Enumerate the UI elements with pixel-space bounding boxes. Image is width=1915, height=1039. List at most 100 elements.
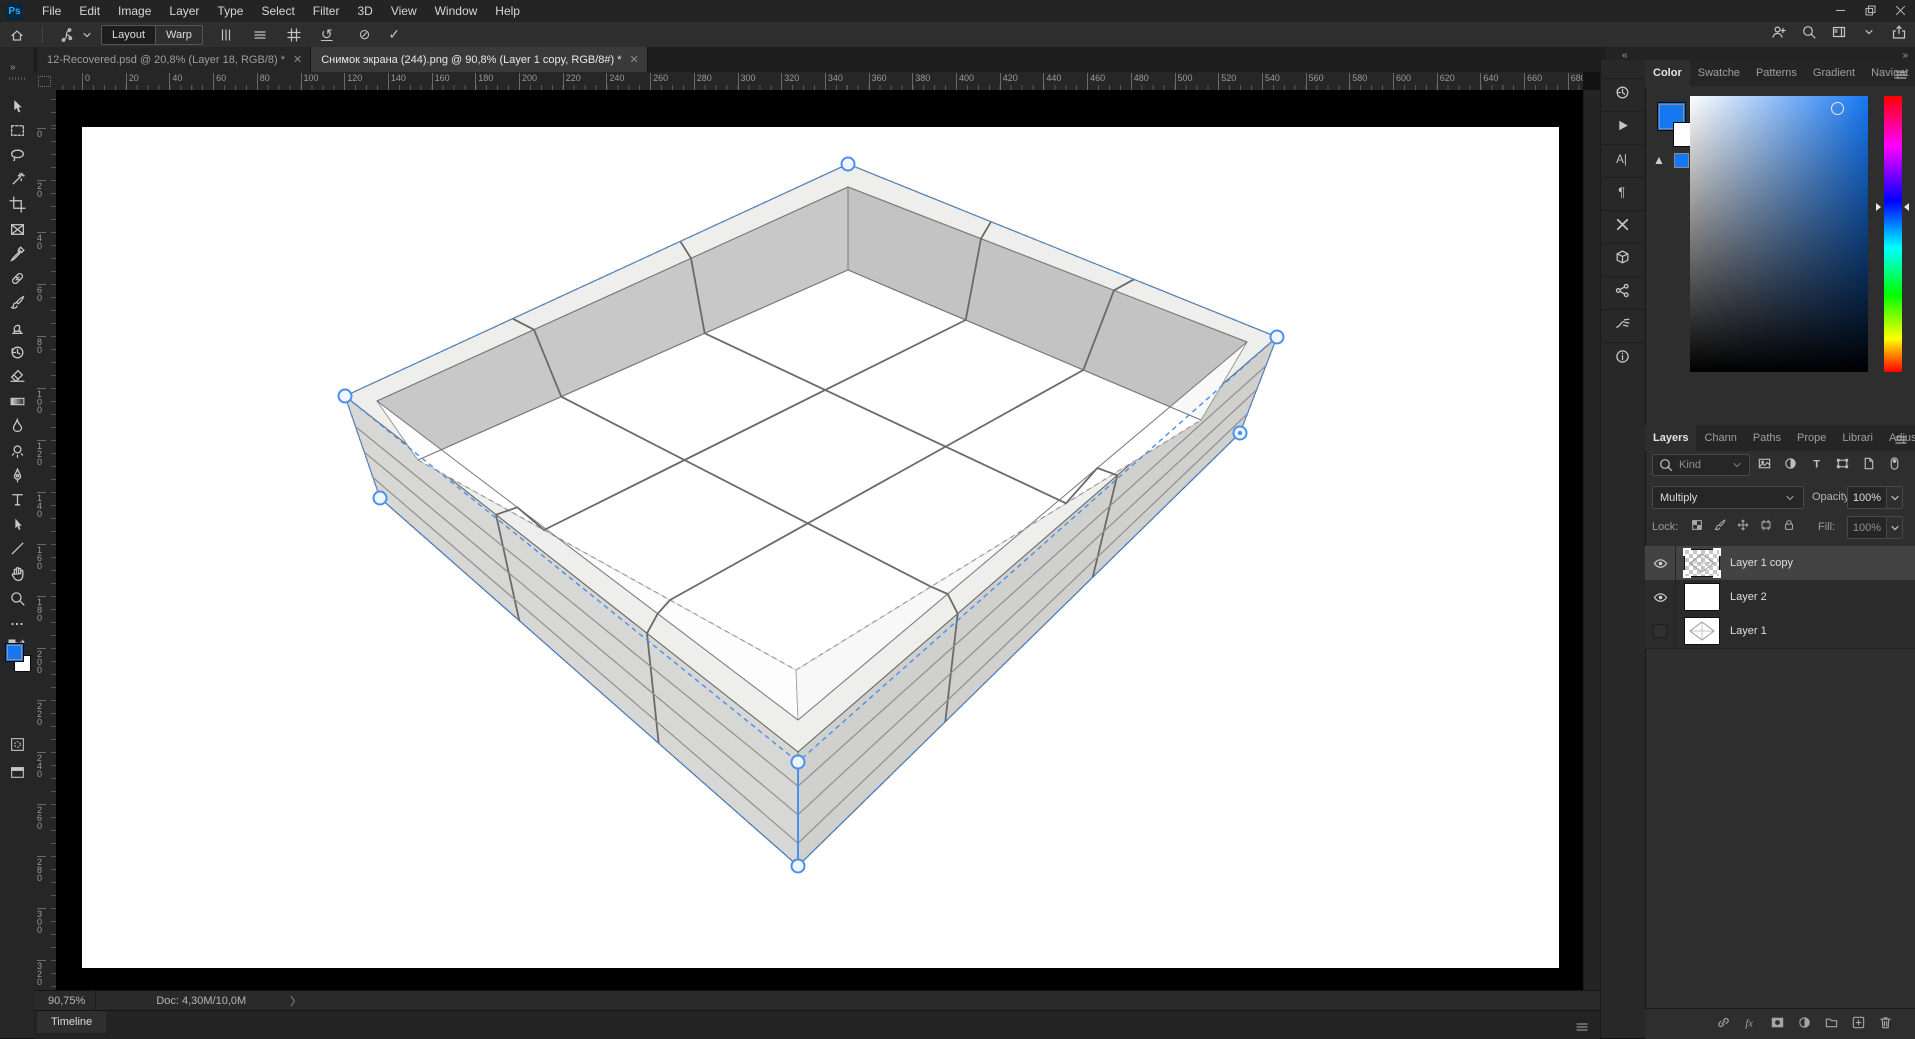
lasso-tool[interactable] <box>0 144 34 166</box>
link-icon[interactable] <box>1716 1015 1731 1030</box>
brush-tool[interactable] <box>0 292 34 314</box>
path-select-tool[interactable] <box>0 513 34 535</box>
lock-paint-icon[interactable] <box>1713 518 1727 532</box>
tool-presets-panel-icon[interactable] <box>1600 210 1645 237</box>
menu-edit[interactable]: Edit <box>70 0 109 22</box>
smart-object-icon[interactable] <box>1861 456 1876 471</box>
toolbar-grip[interactable] <box>9 77 25 80</box>
pixel-layer-icon[interactable] <box>1757 456 1772 471</box>
marquee-tool[interactable] <box>0 120 34 142</box>
close-icon[interactable] <box>1885 0 1915 20</box>
share-icon[interactable] <box>1891 24 1907 40</box>
pen-tool[interactable] <box>0 464 34 486</box>
menu-view[interactable]: View <box>382 0 426 22</box>
fx-icon[interactable]: fx <box>1743 1015 1758 1030</box>
layer-mask-icon[interactable] <box>1770 1015 1785 1030</box>
history-panel-icon[interactable] <box>1600 78 1645 105</box>
tab-librari[interactable]: Librari <box>1834 425 1881 451</box>
chevron-down-icon[interactable] <box>1887 486 1903 509</box>
delete-icon[interactable] <box>1878 1015 1893 1030</box>
restore-icon[interactable] <box>1855 0 1885 20</box>
close-icon[interactable]: ✕ <box>293 53 302 66</box>
info-panel-icon[interactable] <box>1600 342 1645 369</box>
play-actions-panel-icon[interactable] <box>1600 111 1645 138</box>
hue-slider[interactable] <box>1884 96 1902 372</box>
tab-swatche[interactable]: Swatche <box>1690 60 1748 86</box>
adjustment-layer-icon[interactable] <box>1783 456 1798 471</box>
foreground-color-swatch[interactable] <box>5 643 24 662</box>
canvas-area[interactable] <box>56 90 1583 990</box>
cancel-icon[interactable]: ⊘ <box>359 26 371 43</box>
move-tool[interactable] <box>0 95 34 117</box>
hue-slider-thumb[interactable] <box>1876 203 1881 211</box>
menu-file[interactable]: File <box>33 0 70 22</box>
account-icon[interactable] <box>1771 24 1787 40</box>
workspace-icon[interactable] <box>1831 24 1847 40</box>
layer-thumbnail[interactable] <box>1683 548 1721 578</box>
menu-3d[interactable]: 3D <box>348 0 381 22</box>
opacity-value-field[interactable]: 100% <box>1847 486 1887 509</box>
status-chevron-icon[interactable]: 〉 <box>290 993 301 1009</box>
minimize-icon[interactable] <box>1825 0 1855 20</box>
character-panel-icon[interactable]: A| <box>1600 144 1645 171</box>
magic-wand-tool[interactable] <box>0 169 34 191</box>
fill-value-field[interactable]: 100% <box>1847 516 1887 539</box>
color-panel-menu-icon[interactable] <box>1893 67 1909 83</box>
threed-panel-icon[interactable] <box>1600 243 1645 270</box>
menu-image[interactable]: Image <box>109 0 160 22</box>
visibility-toggle-empty[interactable] <box>1645 614 1676 648</box>
search-icon[interactable] <box>1801 24 1817 40</box>
tab-prope[interactable]: Prope <box>1789 425 1834 451</box>
lock-all-icon[interactable] <box>1782 518 1796 532</box>
layer-row[interactable]: Layer 1 <box>1645 614 1915 649</box>
visibility-eye-icon[interactable] <box>1645 546 1676 580</box>
menu-layer[interactable]: Layer <box>160 0 208 22</box>
zoom-tool[interactable] <box>0 587 34 609</box>
brush-settings-panel-icon[interactable] <box>1600 309 1645 336</box>
crop-tool[interactable] <box>0 193 34 215</box>
layer-thumbnail[interactable] <box>1684 583 1720 611</box>
group-icon[interactable] <box>1824 1015 1839 1030</box>
timeline-tab[interactable]: Timeline <box>37 1011 107 1033</box>
eraser-tool[interactable] <box>0 366 34 388</box>
shape-layer-icon[interactable] <box>1835 456 1850 471</box>
color-picker-cursor[interactable] <box>1831 102 1844 115</box>
hand-tool[interactable] <box>0 562 34 584</box>
frame-tool[interactable] <box>0 218 34 240</box>
menu-window[interactable]: Window <box>426 0 487 22</box>
menu-type[interactable]: Type <box>208 0 252 22</box>
chevron-down-icon[interactable] <box>79 27 95 43</box>
eyedropper-tool[interactable] <box>0 243 34 265</box>
gradient-tool[interactable] <box>0 390 34 412</box>
grid-icon[interactable] <box>286 27 302 43</box>
layer-filter-kind-dropdown[interactable]: Kind <box>1652 454 1750 476</box>
type-layer-icon[interactable]: T <box>1809 456 1824 471</box>
home-icon[interactable] <box>9 27 25 43</box>
chevron-down-icon[interactable] <box>1861 24 1877 40</box>
quick-mask-icon[interactable] <box>0 733 34 755</box>
reset-warp-icon[interactable]: ↺ <box>321 26 333 43</box>
gamut-warning-icon[interactable]: ▲ <box>1653 153 1665 167</box>
node-graph-panel-icon[interactable] <box>1600 276 1645 303</box>
lock-artboard-icon[interactable] <box>1759 518 1773 532</box>
tab-layers[interactable]: Layers <box>1645 425 1697 451</box>
type-tool[interactable] <box>0 489 34 511</box>
spot-heal-tool[interactable] <box>0 267 34 289</box>
lock-move-icon[interactable] <box>1736 518 1750 532</box>
tab-paths[interactable]: Paths <box>1745 425 1789 451</box>
document-tab[interactable]: 12-Recovered.psd @ 20,8% (Layer 18, RGB/… <box>37 47 312 72</box>
new-layer-icon[interactable] <box>1851 1015 1866 1030</box>
screen-mode-icon[interactable] <box>0 761 34 783</box>
tab-gradient[interactable]: Gradient <box>1805 60 1863 86</box>
ruler-origin[interactable] <box>34 72 57 91</box>
layer-row[interactable]: Layer 2 <box>1645 580 1915 615</box>
blend-mode-dropdown[interactable]: Multiply <box>1652 486 1804 509</box>
paragraph-panel-icon[interactable]: ¶ <box>1600 177 1645 204</box>
vertical-scrollbar[interactable] <box>1583 90 1601 990</box>
close-icon[interactable]: ✕ <box>630 53 639 66</box>
document-tab[interactable]: Снимок экрана (244).png @ 90,8% (Layer 1… <box>311 47 648 72</box>
adjustment-icon[interactable] <box>1797 1015 1812 1030</box>
dodge-tool[interactable] <box>0 439 34 461</box>
perspective-warp-icon[interactable] <box>60 27 76 43</box>
tab-patterns[interactable]: Patterns <box>1748 60 1805 86</box>
